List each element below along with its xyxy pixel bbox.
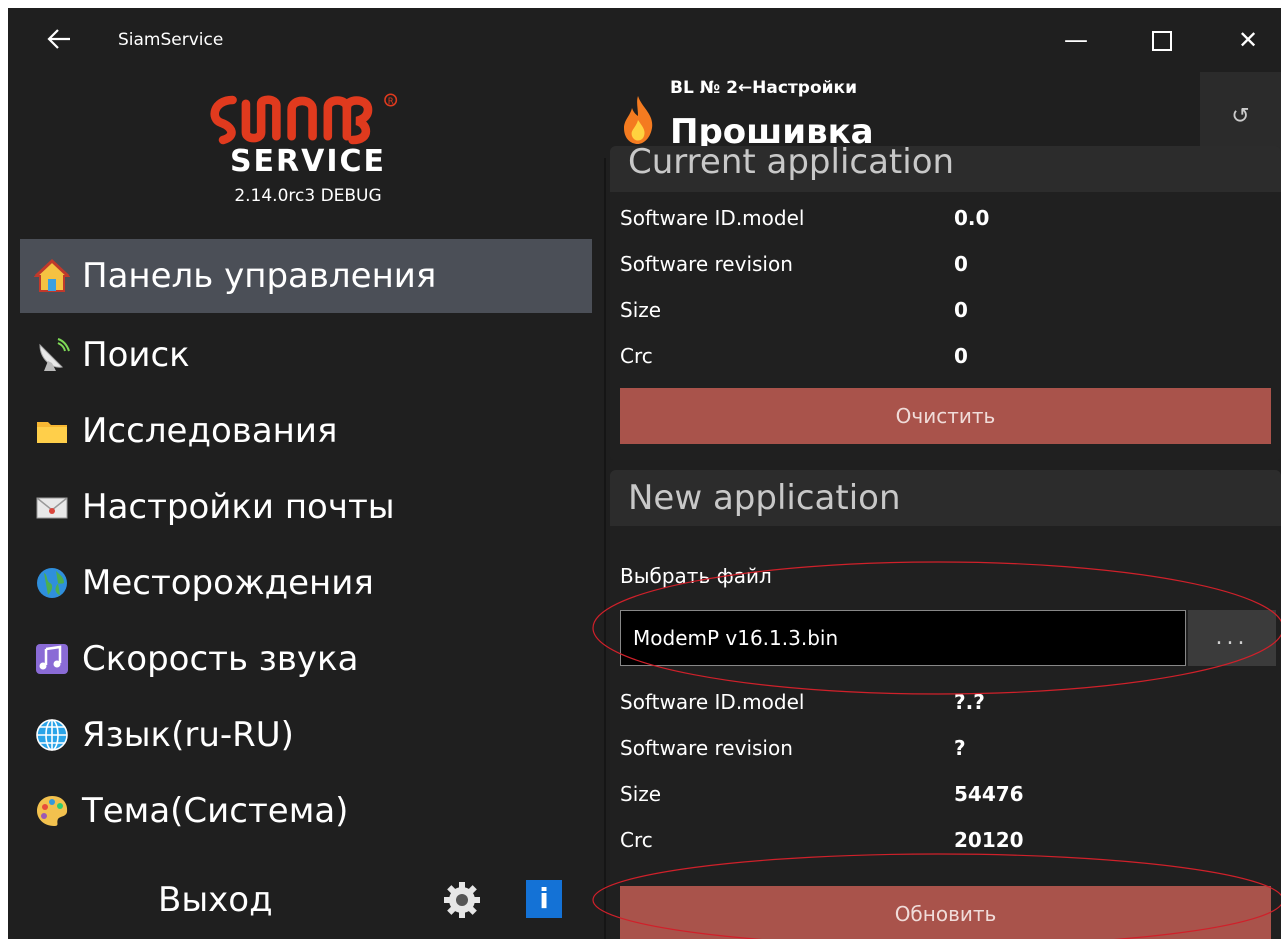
crc-label: Crc [620, 344, 653, 368]
app-version: 2.14.0rc3 DEBUG [234, 186, 382, 206]
new-application-card: New application Выбрать файл ModemP v16.… [610, 470, 1281, 939]
logo-service-text: SERVICE [229, 144, 387, 179]
sidebar-item-search[interactable]: Поиск [20, 318, 592, 392]
current-application-heading: Current application [628, 146, 955, 182]
sidebar-item-label: Настройки почты [82, 487, 395, 527]
web-globe-icon [32, 715, 72, 755]
siam-logo-mark: R [210, 93, 398, 145]
current-application-card: Current application Software ID.model 0.… [610, 146, 1281, 460]
arrow-left-icon [47, 29, 70, 49]
breadcrumb[interactable]: BL № 2←Настройки [670, 78, 857, 98]
maximize-button[interactable] [1142, 20, 1182, 60]
sidebar-item-sound-speed[interactable]: Скорость звука [20, 622, 592, 696]
software-id-label: Software ID.model [620, 206, 805, 230]
crc-value: 20120 [954, 828, 1024, 852]
sidebar-item-label: Исследования [82, 411, 338, 451]
settings-button[interactable] [442, 880, 482, 920]
back-button[interactable] [44, 24, 74, 54]
size-label: Size [620, 782, 662, 806]
maximize-icon [1152, 31, 1172, 51]
minimize-icon: — [1064, 26, 1088, 54]
sidebar-item-label: Поиск [82, 335, 190, 375]
close-button[interactable]: ✕ [1228, 20, 1268, 60]
satellite-dish-icon [32, 335, 72, 375]
software-revision-value: 0 [954, 252, 968, 276]
crc-label: Crc [620, 828, 653, 852]
choose-file-label: Выбрать файл [620, 564, 772, 588]
card-header: Current application [610, 146, 1281, 192]
globe-icon [32, 563, 72, 603]
sidebar-item-label: Скорость звука [82, 639, 359, 679]
size-value: 0 [954, 298, 968, 322]
refresh-icon: ↺ [1231, 104, 1250, 129]
info-button[interactable]: i [526, 880, 562, 918]
folder-icon [32, 411, 72, 451]
music-notes-icon [32, 639, 72, 679]
sidebar-item-control-panel[interactable]: Панель управления [20, 239, 592, 313]
close-icon: ✕ [1237, 26, 1259, 54]
app-window: SiamService — ✕ R SERVICE 2.14.0rc3 DEBU… [8, 8, 1281, 939]
browse-file-button[interactable]: ... [1188, 610, 1276, 666]
sidebar-item-theme[interactable]: Тема(Система) [20, 774, 592, 848]
sidebar-item-label: Тема(Система) [82, 791, 349, 831]
exit-button[interactable]: Выход [158, 880, 273, 920]
file-path-input[interactable]: ModemP v16.1.3.bin [620, 610, 1186, 666]
info-icon: i [539, 882, 549, 915]
software-id-value: 0.0 [954, 206, 990, 230]
software-revision-label: Software revision [620, 736, 793, 760]
size-label: Size [620, 298, 662, 322]
sidebar-item-mail-settings[interactable]: Настройки почты [20, 470, 592, 544]
sidebar-item-label: Панель управления [82, 256, 437, 296]
sidebar-item-research[interactable]: Исследования [20, 394, 592, 468]
panel-divider [604, 158, 606, 939]
sidebar-item-label: Месторождения [82, 563, 374, 603]
clear-button[interactable]: Очистить [620, 388, 1271, 444]
card-header: New application [610, 470, 1281, 526]
sidebar-item-language[interactable]: Язык(ru-RU) [20, 698, 592, 772]
flame-icon [624, 96, 653, 144]
minimize-button[interactable]: — [1056, 20, 1096, 60]
title-bar: SiamService — ✕ [8, 8, 1281, 72]
software-id-value: ?.? [954, 690, 985, 714]
size-value: 54476 [954, 782, 1024, 806]
card-body: Выбрать файл ModemP v16.1.3.bin ... Soft… [610, 526, 1281, 939]
svg-text:R: R [388, 97, 394, 107]
palette-icon [32, 791, 72, 831]
software-revision-value: ? [954, 736, 966, 760]
sidebar-item-deposits[interactable]: Месторождения [20, 546, 592, 620]
house-icon [32, 256, 72, 296]
sidebar-item-label: Язык(ru-RU) [82, 715, 294, 755]
software-id-label: Software ID.model [620, 690, 805, 714]
crc-value: 0 [954, 344, 968, 368]
software-revision-label: Software revision [620, 252, 793, 276]
new-application-heading: New application [628, 478, 901, 518]
card-body: Software ID.model 0.0 Software revision … [610, 192, 1281, 460]
update-button[interactable]: Обновить [620, 886, 1271, 939]
gear-icon [444, 882, 480, 918]
envelope-icon [32, 487, 72, 527]
app-title: SiamService [118, 30, 224, 50]
